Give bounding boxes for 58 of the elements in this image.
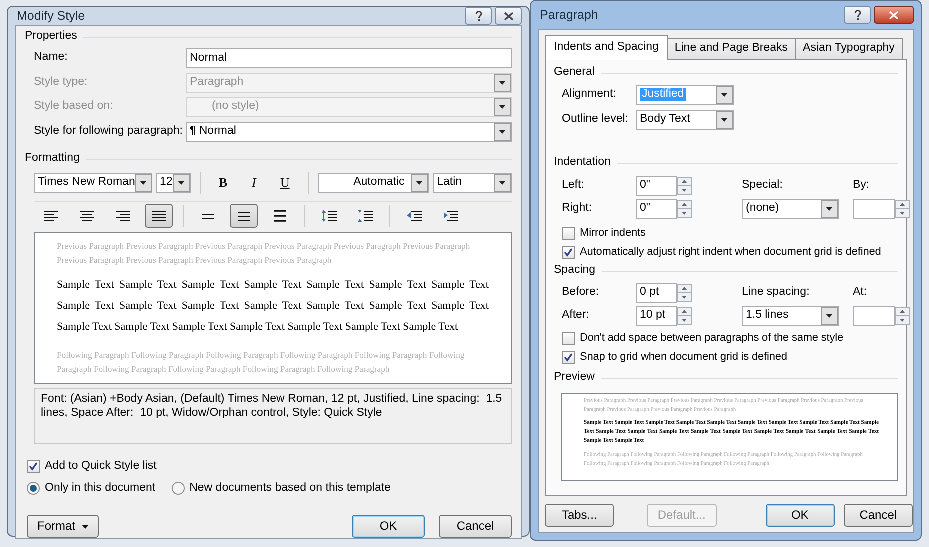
bold-button[interactable]: B (210, 171, 237, 195)
checkbox-label[interactable]: Mirror indents (580, 226, 646, 240)
dropdown[interactable]: 1.5 lines (742, 306, 839, 326)
section-heading: Formatting (25, 152, 80, 166)
spin-field[interactable]: 0" (636, 176, 677, 196)
field-label: Outline level: (562, 112, 630, 126)
field-label: Style based on: (34, 100, 114, 114)
field-label: Right: (562, 202, 594, 216)
spin-field[interactable]: 0" (636, 199, 677, 219)
checkbox-label[interactable]: Add to Quick Style list (45, 460, 157, 474)
field-label: Special: (742, 179, 784, 193)
dropdown[interactable]: Body Text (636, 110, 734, 130)
window-title: Paragraph (540, 8, 600, 22)
section-heading: Spacing (554, 264, 596, 278)
font-dropdown[interactable]: Times New Roman (34, 173, 152, 193)
checkbox-label[interactable]: Don't add space between paragraphs of the same style (580, 332, 844, 346)
dialog-button[interactable]: Cancel (439, 515, 512, 538)
field-label: Style for following paragraph: (34, 124, 184, 139)
section-heading: Properties (25, 30, 78, 44)
field-label: After: (562, 309, 590, 323)
spin-field[interactable]: 10 pt (636, 306, 677, 326)
name-field[interactable]: Normal (186, 48, 512, 68)
format-menu-button[interactable]: Format (27, 515, 99, 538)
section-heading: Preview (554, 371, 595, 385)
window-title: Modify Style (17, 8, 86, 24)
checkbox-label[interactable]: Automatically adjust right indent when document grid is defined (580, 246, 882, 260)
checkbox-label[interactable]: Snap to grid when document grid is defined (580, 350, 788, 364)
field-label: Alignment: (562, 88, 618, 102)
preview-text: Sample Text Sample Text Sample Text Sample Text Sample Text Sample Text Sample Text Sample Text Sample Text Sample Text Sample Text Sample Text Sample Text Sample Text Sample Text Sample Text Sample Text Sample Text Sample Text Sample Text Sample Text (57, 278, 489, 335)
radio-label[interactable]: Only in this document (45, 482, 156, 496)
style-dropdown[interactable]: ¶ Normal (186, 122, 512, 142)
dropdown[interactable]: (none) (742, 199, 839, 219)
italic-button[interactable]: I (240, 171, 268, 195)
ok-button[interactable]: OK (352, 515, 425, 538)
field-label: Line spacing: (742, 286, 811, 300)
tab[interactable]: Line and Page Breaks (666, 38, 796, 59)
font-color-dropdown[interactable]: Automatic (318, 173, 430, 193)
radio-label[interactable]: New documents based on this template (190, 482, 391, 496)
section-heading: Indentation (554, 156, 611, 170)
field-label: At: (853, 286, 868, 300)
field-label: Style type: (34, 76, 89, 90)
section-heading: General (554, 66, 595, 80)
ok-button[interactable]: OK (766, 504, 835, 527)
preview-text: Following Paragraph Following Paragraph Following Paragraph Following Paragraph Following Paragraph Following Paragraph Following Paragraph Following Paragraph Following Paragraph Following Paragraph (57, 349, 466, 376)
field-label: Name: (34, 51, 69, 66)
spin-field[interactable]: 0 pt (636, 283, 677, 303)
tab[interactable]: Asian Typography (795, 38, 903, 59)
font-size-dropdown[interactable]: 12 (156, 173, 191, 193)
dialog-button[interactable]: Cancel (844, 504, 913, 527)
dialog-button[interactable]: Tabs... (545, 504, 614, 527)
tab[interactable]: Indents and Spacing (545, 35, 668, 60)
style-description: Font: (Asian) +Body Asian, (Default) Times New Roman, 12 pt, Justified, Line spacing: 1.5 lines, Space After: 10 pt, Widow/Orphan control, Style: Quick Style (34, 388, 512, 444)
field-label: By: (853, 179, 871, 193)
script-dropdown[interactable]: Latin (433, 173, 512, 193)
underline-button[interactable]: U (272, 171, 299, 195)
preview-text: Previous Paragraph Previous Paragraph Previous Paragraph Previous Paragraph Previous Paragraph Previous Paragraph Previous Paragraph Previous Paragraph Previous Paragraph Previous Paragraph (57, 240, 472, 267)
field-label: Left: (562, 179, 586, 193)
field-label: Before: (562, 286, 600, 300)
